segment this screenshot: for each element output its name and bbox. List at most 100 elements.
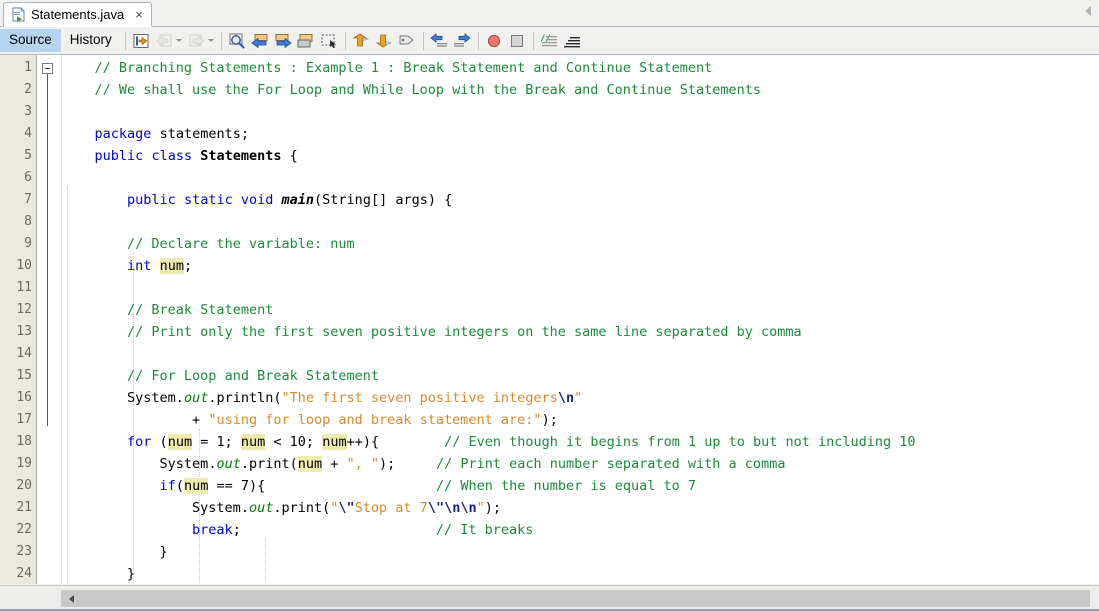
find-next-icon[interactable]	[273, 30, 294, 51]
highlighted-identifier-num: num	[183, 478, 209, 494]
class-ref-system: System.	[127, 390, 184, 406]
line-number: 4	[24, 126, 32, 141]
scroll-left-arrow-icon[interactable]	[61, 590, 81, 607]
find-previous-icon[interactable]	[250, 30, 271, 51]
tab-history[interactable]: History	[61, 29, 121, 52]
field-ref-out: out	[248, 500, 274, 516]
code-line-19: System.out.print(num + ", "); // Print e…	[159, 456, 786, 472]
line-number: 2	[24, 82, 32, 97]
toolbar-separator	[124, 31, 126, 50]
code-line-5: public class Statements {	[94, 148, 298, 164]
number-literal: 7	[240, 478, 249, 494]
toolbar-separator-5	[477, 31, 479, 50]
line-number: 12	[16, 302, 32, 317]
line-number-gutter: 1 2 3 4 5 6 7 8 9 10 11 12 13 14 15 16 17 18 19 20 21 22 23 24	[0, 55, 37, 584]
string-literal: "The first seven positive integers	[281, 390, 558, 406]
line-number: 13	[16, 324, 32, 339]
code-fold-margin[interactable]	[37, 55, 62, 584]
keyword-package: package	[94, 126, 152, 142]
fold-collapse-box[interactable]	[42, 63, 53, 74]
back-icon[interactable]	[154, 30, 175, 51]
string-literal-end: "	[574, 390, 583, 406]
code-line-18: for (num = 1; num < 10; num++){ // Even …	[127, 434, 916, 450]
code-line-16: System.out.println("The first seven posi…	[62, 387, 1099, 409]
method-call-print: .print(	[240, 456, 298, 472]
comment-token: // Even though it begins from 1 up to bu…	[444, 434, 916, 450]
scrollbar-gutter-pad	[0, 586, 61, 611]
escape-sequence: \"	[338, 500, 355, 516]
highlighted-identifier-num: num	[240, 434, 266, 450]
keyword-break: break	[192, 522, 233, 538]
line-number: 23	[16, 544, 32, 559]
line-number: 11	[16, 280, 32, 295]
code-line-23: }	[62, 544, 168, 560]
escape-sequence: \"	[427, 500, 445, 516]
code-editor[interactable]: 1 2 3 4 5 6 7 8 9 10 11 12 13 14 15 16 17 18 19 20 21 22 23 24 …	[0, 55, 1099, 584]
keyword-class: class	[151, 148, 193, 164]
keyword-static: static	[183, 192, 233, 208]
toggle-rectangular-selection-icon[interactable]	[319, 30, 340, 51]
line-number: 21	[16, 500, 32, 515]
escape-sequence: \n	[460, 500, 477, 516]
forward-dropdown-caret-icon[interactable]	[208, 32, 215, 50]
keyword-int: int	[127, 258, 152, 274]
toggle-breakpoint-icon[interactable]	[484, 30, 505, 51]
previous-bookmark-icon[interactable]	[351, 30, 372, 51]
comment-token: // We shall use the For Loop and While L…	[62, 82, 761, 98]
line-number: 17	[16, 412, 32, 427]
code-line-7: public static void main(String[] args) {	[127, 192, 453, 208]
shift-right-icon[interactable]	[452, 30, 473, 51]
back-dropdown-caret-icon[interactable]	[176, 32, 183, 50]
field-ref-out: out	[183, 390, 209, 406]
class-ref-system: System.	[159, 456, 217, 472]
keyword-void: void	[240, 192, 274, 208]
scrollbar-thumb[interactable]	[81, 590, 1090, 607]
code-line-2: // We shall use the For Loop and While L…	[62, 79, 1099, 101]
highlighted-identifier-num: num	[159, 258, 184, 274]
code-line-1: // Branching Statements : Example 1 : Br…	[62, 57, 1099, 79]
comment-token: // Declare the variable: num	[127, 236, 355, 252]
close-icon[interactable]: ×	[135, 8, 143, 21]
shift-left-icon[interactable]	[429, 30, 450, 51]
toggle-highlight-icon[interactable]	[296, 30, 317, 51]
string-literal: "using for loop and break statement are:…	[208, 412, 542, 428]
escape-sequence: \n	[557, 390, 575, 406]
keyword-for: for	[127, 434, 152, 450]
string-literal: ", "	[346, 456, 380, 472]
forward-icon[interactable]	[186, 30, 207, 51]
last-edit-position-icon[interactable]	[131, 30, 152, 51]
line-number: 1	[24, 60, 32, 75]
statement-end: );	[541, 412, 558, 428]
tab-source[interactable]: Source	[0, 29, 61, 52]
line-number: 19	[16, 456, 32, 471]
find-selection-icon[interactable]	[227, 30, 248, 51]
code-line-20: if(num == 7){ // When the number is equa…	[159, 478, 697, 494]
line-number: 6	[24, 170, 32, 185]
string-literal-end: "	[476, 500, 485, 516]
horizontal-scrollbar[interactable]	[0, 585, 1099, 611]
comment-icon[interactable]: //	[539, 30, 560, 51]
operator-plus: +	[192, 412, 209, 428]
line-number: 3	[24, 104, 32, 119]
toolbar-separator-2	[220, 31, 222, 50]
code-text-area[interactable]: // Branching Statements : Example 1 : Br…	[62, 55, 1099, 584]
next-bookmark-icon[interactable]	[374, 30, 395, 51]
toolbar-separator-3	[344, 31, 346, 50]
line-number: 9	[24, 236, 32, 251]
number-literal: 1	[216, 434, 225, 450]
keyword-public: public	[127, 192, 176, 208]
code-line-22: break; // It breaks	[192, 522, 534, 538]
collapse-left-arrow-icon[interactable]	[1085, 6, 1091, 16]
line-number: 8	[24, 214, 32, 229]
file-tab-statements-java[interactable]: Statements.java ×	[3, 2, 152, 27]
uncomment-icon[interactable]	[562, 30, 583, 51]
code-line-13: // Print only the first seven positive i…	[62, 321, 1099, 343]
highlighted-identifier-num: num	[297, 456, 323, 472]
comment-token: // For Loop and Break Statement	[127, 368, 379, 384]
comment-token: // Break Statement	[127, 302, 274, 318]
line-number: 16	[16, 390, 32, 405]
toggle-bookmark-icon[interactable]	[397, 30, 418, 51]
stop-icon[interactable]	[507, 30, 528, 51]
